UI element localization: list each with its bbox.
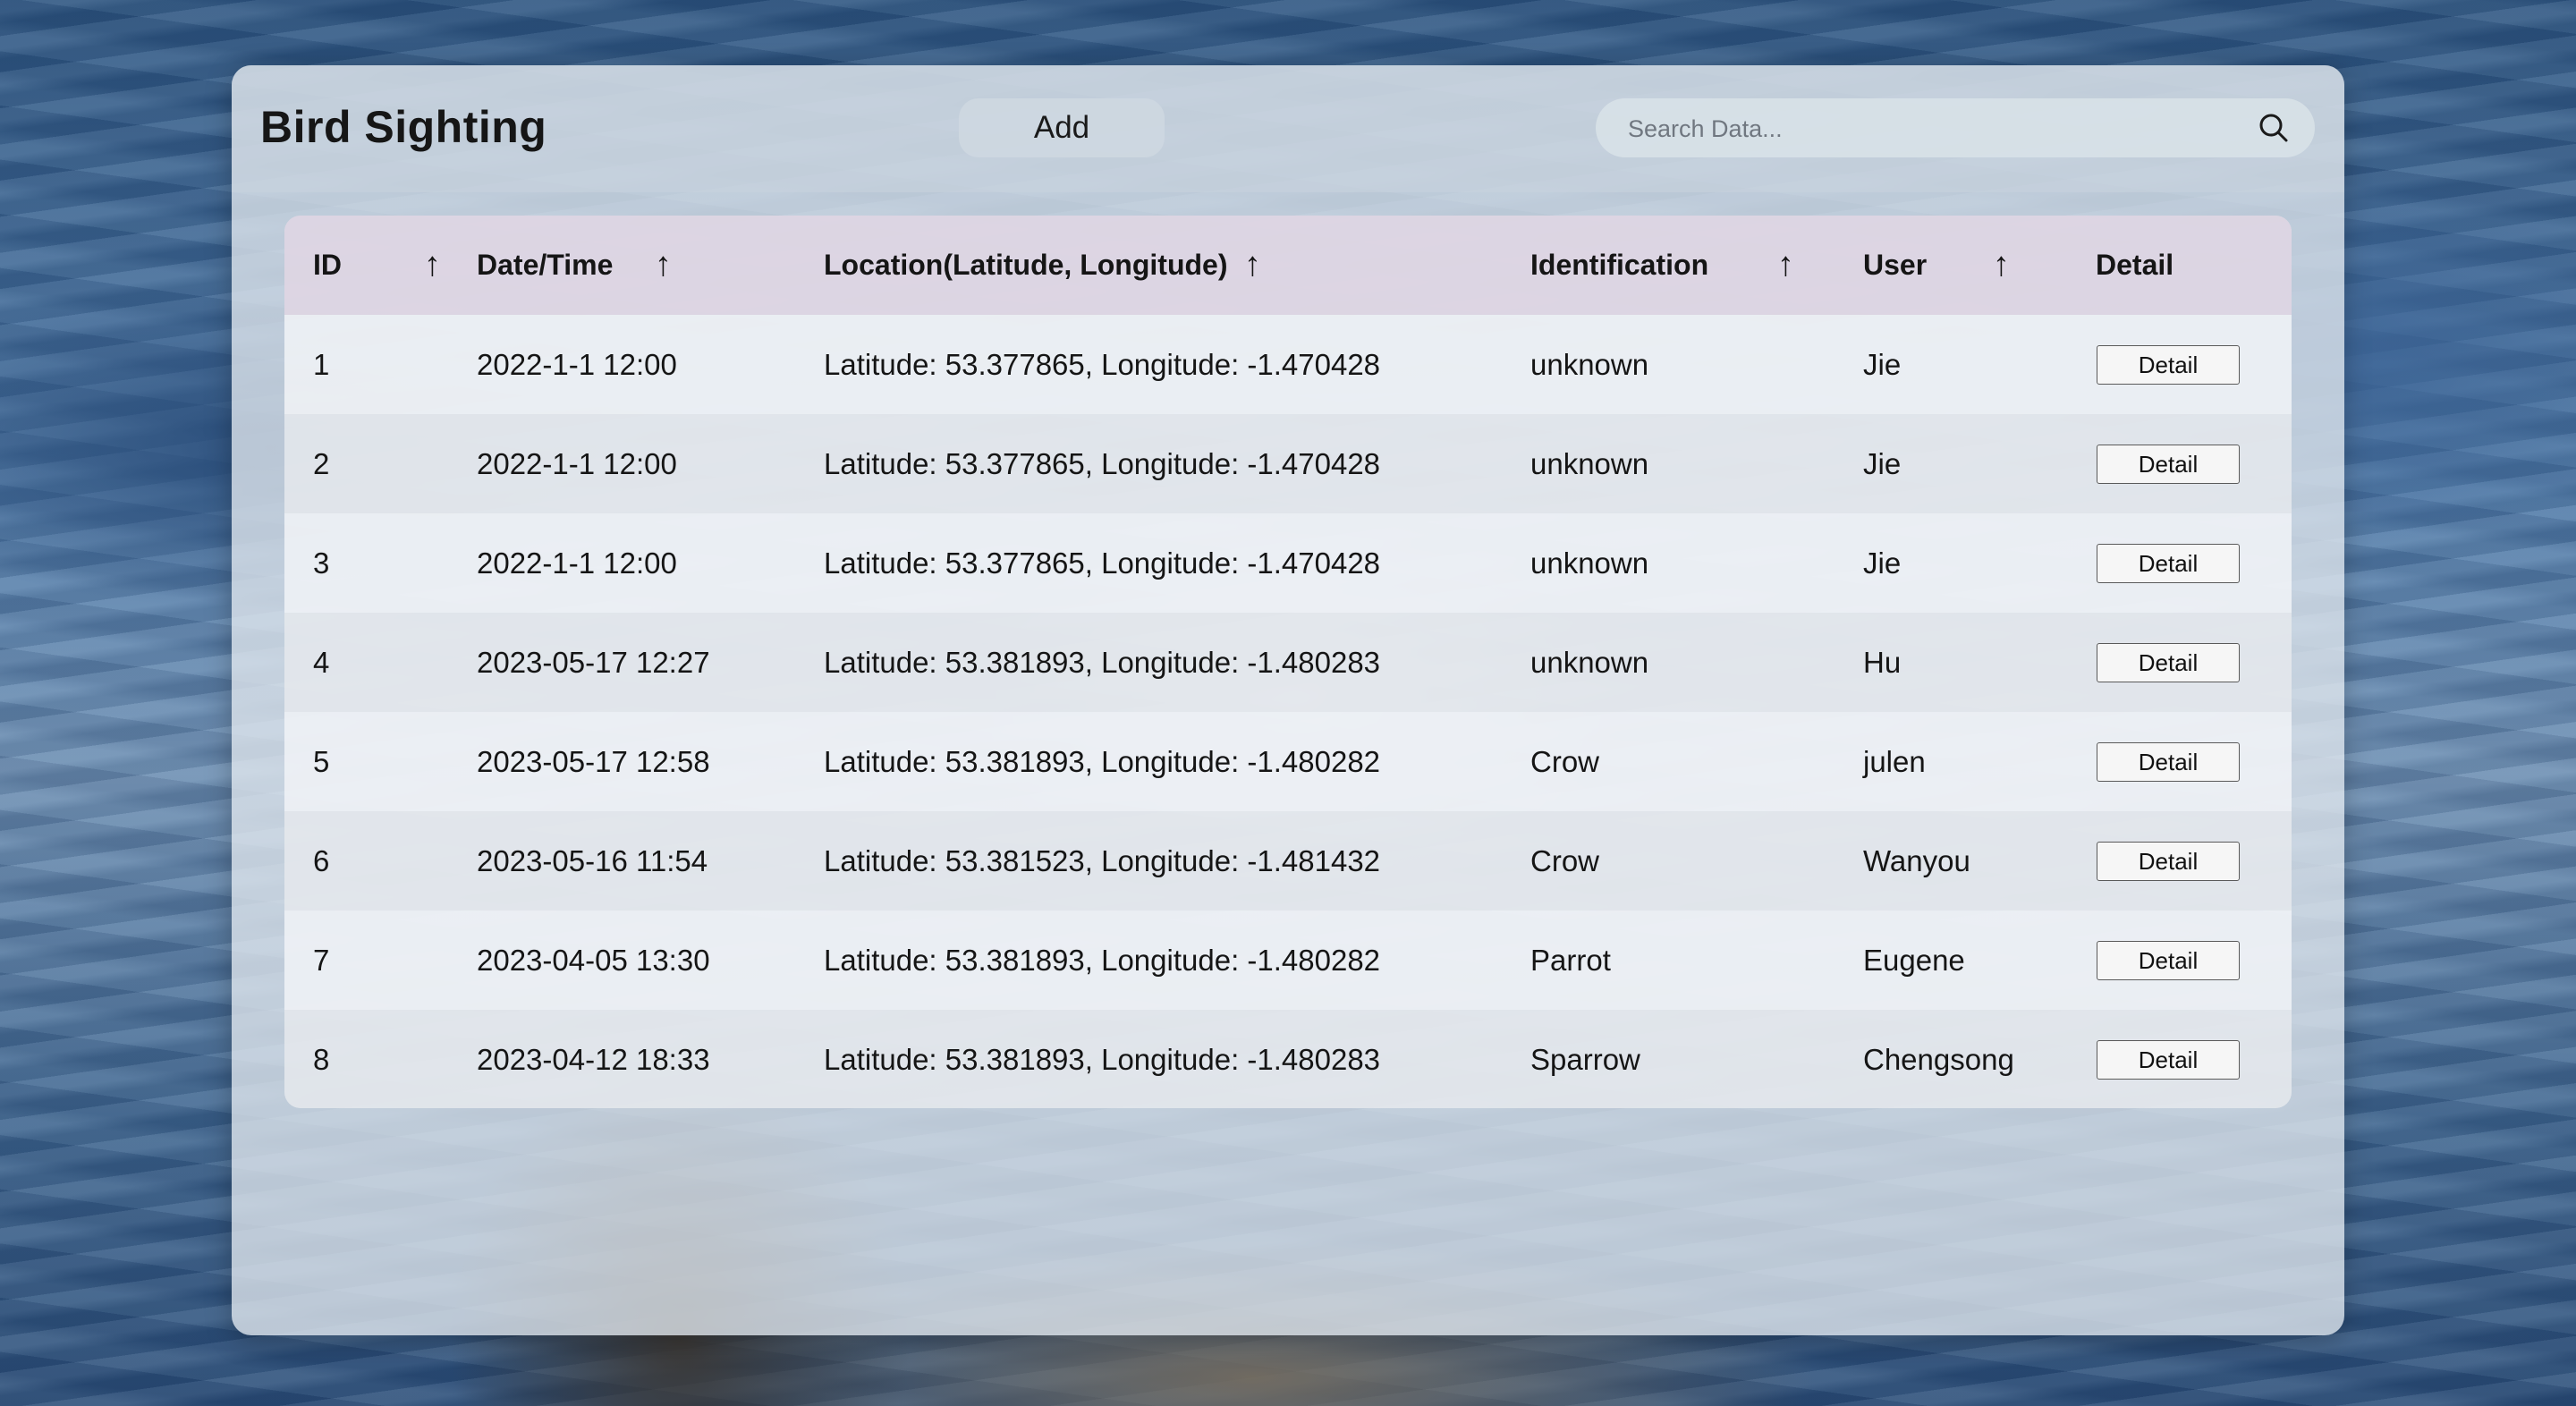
cell-datetime: 2023-05-16 11:54 bbox=[477, 843, 708, 877]
cell-location: Latitude: 53.381893, Longitude: -1.48028… bbox=[824, 943, 1381, 977]
cell-user: julen bbox=[1863, 744, 1926, 778]
main-panel: Bird Sighting Add ID ↑ Date/Time ↑ Locat… bbox=[232, 65, 2344, 1335]
cell-location: Latitude: 53.377865, Longitude: -1.47042… bbox=[824, 347, 1381, 381]
table-row: 8 2023-04-12 18:33 Latitude: 53.381893, … bbox=[284, 1010, 2292, 1108]
cell-identification: Parrot bbox=[1530, 943, 1611, 977]
cell-location: Latitude: 53.377865, Longitude: -1.47042… bbox=[824, 446, 1381, 480]
cell-datetime: 2022-1-1 12:00 bbox=[477, 446, 677, 480]
sort-arrow-up-icon[interactable]: ↑ bbox=[1777, 246, 1794, 284]
page-title: Bird Sighting bbox=[260, 102, 547, 152]
cell-identification: Crow bbox=[1530, 843, 1600, 877]
cell-user: Eugene bbox=[1863, 943, 1965, 977]
detail-button[interactable]: Detail bbox=[2097, 842, 2240, 881]
cell-id: 7 bbox=[313, 943, 330, 977]
column-header-id: ID bbox=[313, 249, 342, 281]
cell-identification: unknown bbox=[1530, 645, 1649, 679]
detail-button[interactable]: Detail bbox=[2097, 445, 2240, 484]
sort-arrow-up-icon[interactable]: ↑ bbox=[424, 246, 441, 284]
cell-datetime: 2022-1-1 12:00 bbox=[477, 347, 677, 381]
cell-datetime: 2022-1-1 12:00 bbox=[477, 546, 677, 580]
column-header-datetime: Date/Time bbox=[477, 249, 614, 281]
search-box bbox=[1596, 98, 2315, 159]
detail-button[interactable]: Detail bbox=[2097, 941, 2240, 980]
cell-user: Hu bbox=[1863, 645, 1902, 679]
sort-arrow-up-icon[interactable]: ↑ bbox=[1244, 246, 1261, 284]
column-header-detail: Detail bbox=[2096, 249, 2174, 281]
cell-datetime: 2023-04-12 18:33 bbox=[477, 1042, 710, 1076]
detail-button[interactable]: Detail bbox=[2097, 544, 2240, 583]
detail-button[interactable]: Detail bbox=[2097, 643, 2240, 682]
cell-identification: Crow bbox=[1530, 744, 1600, 778]
table-row: 7 2023-04-05 13:30 Latitude: 53.381893, … bbox=[284, 911, 2292, 1010]
sort-arrow-up-icon[interactable]: ↑ bbox=[1993, 246, 2010, 284]
table-row: 5 2023-05-17 12:58 Latitude: 53.381893, … bbox=[284, 712, 2292, 811]
cell-identification: unknown bbox=[1530, 347, 1649, 381]
sort-location-icon[interactable]: ↑ bbox=[1244, 216, 1261, 315]
cell-user: Wanyou bbox=[1863, 843, 1970, 877]
sort-identification-icon[interactable]: ↑ bbox=[1777, 216, 1794, 315]
column-header-user: User bbox=[1863, 249, 1928, 281]
cell-identification: Sparrow bbox=[1530, 1042, 1640, 1076]
sightings-table: ID ↑ Date/Time ↑ Location(Latitude, Long… bbox=[284, 216, 2292, 1108]
sort-datetime-icon[interactable]: ↑ bbox=[655, 216, 672, 315]
table-row: 1 2022-1-1 12:00 Latitude: 53.377865, Lo… bbox=[284, 315, 2292, 414]
column-header-location: Location(Latitude, Longitude) bbox=[824, 249, 1228, 281]
table-row: 6 2023-05-16 11:54 Latitude: 53.381523, … bbox=[284, 811, 2292, 911]
sort-id-icon[interactable]: ↑ bbox=[424, 216, 441, 315]
cell-id: 2 bbox=[313, 446, 330, 480]
cell-id: 4 bbox=[313, 645, 330, 679]
cell-datetime: 2023-05-17 12:58 bbox=[477, 744, 710, 778]
cell-user: Jie bbox=[1863, 446, 1902, 480]
cell-identification: unknown bbox=[1530, 446, 1649, 480]
header-bar: Bird Sighting Add bbox=[232, 65, 2344, 192]
detail-button[interactable]: Detail bbox=[2097, 742, 2240, 782]
table-header: ID ↑ Date/Time ↑ Location(Latitude, Long… bbox=[284, 216, 2292, 315]
table-row: 3 2022-1-1 12:00 Latitude: 53.377865, Lo… bbox=[284, 513, 2292, 613]
sort-arrow-up-icon[interactable]: ↑ bbox=[655, 246, 672, 284]
cell-id: 3 bbox=[313, 546, 330, 580]
cell-id: 8 bbox=[313, 1042, 330, 1076]
cell-location: Latitude: 53.381523, Longitude: -1.48143… bbox=[824, 843, 1381, 877]
search-input[interactable] bbox=[1626, 98, 2238, 159]
cell-id: 6 bbox=[313, 843, 330, 877]
cell-location: Latitude: 53.377865, Longitude: -1.47042… bbox=[824, 546, 1381, 580]
cell-location: Latitude: 53.381893, Longitude: -1.48028… bbox=[824, 1042, 1381, 1076]
add-button[interactable]: Add bbox=[959, 98, 1165, 157]
table-row: 2 2022-1-1 12:00 Latitude: 53.377865, Lo… bbox=[284, 414, 2292, 513]
cell-datetime: 2023-04-05 13:30 bbox=[477, 943, 710, 977]
cell-id: 5 bbox=[313, 744, 330, 778]
cell-location: Latitude: 53.381893, Longitude: -1.48028… bbox=[824, 744, 1381, 778]
search-icon[interactable] bbox=[2258, 112, 2290, 144]
detail-button[interactable]: Detail bbox=[2097, 345, 2240, 385]
cell-datetime: 2023-05-17 12:27 bbox=[477, 645, 710, 679]
table-row: 4 2023-05-17 12:27 Latitude: 53.381893, … bbox=[284, 613, 2292, 712]
cell-id: 1 bbox=[313, 347, 330, 381]
cell-user: Jie bbox=[1863, 546, 1902, 580]
cell-location: Latitude: 53.381893, Longitude: -1.48028… bbox=[824, 645, 1381, 679]
cell-user: Chengsong bbox=[1863, 1042, 2014, 1076]
cell-user: Jie bbox=[1863, 347, 1902, 381]
detail-button[interactable]: Detail bbox=[2097, 1040, 2240, 1080]
column-header-identification: Identification bbox=[1530, 249, 1709, 281]
cell-identification: unknown bbox=[1530, 546, 1649, 580]
sort-user-icon[interactable]: ↑ bbox=[1993, 216, 2010, 315]
